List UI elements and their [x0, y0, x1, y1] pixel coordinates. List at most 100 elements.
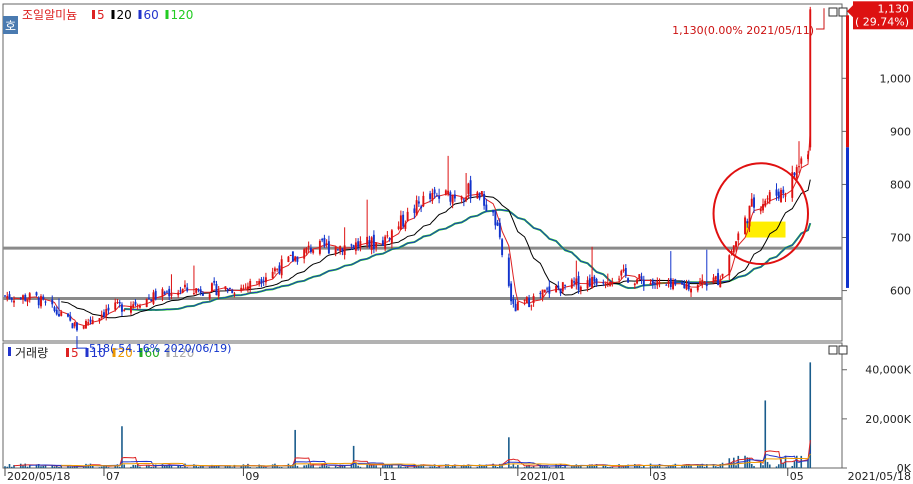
high-annotation-label: 1,130(0.00% 2021/05/11): [672, 24, 814, 37]
candle-body: [98, 318, 101, 322]
candle-body: [735, 241, 737, 248]
candle-body: [703, 281, 706, 283]
candle-body: [451, 194, 454, 204]
candle-body: [665, 284, 668, 286]
candle-body: [152, 292, 155, 304]
candle-body: [354, 242, 357, 251]
price-legend-swatch: [92, 10, 95, 19]
candle-body: [22, 295, 24, 300]
candle-body: [699, 281, 701, 285]
candle-body: [780, 189, 782, 202]
candle-body: [539, 292, 542, 295]
candle-body: [618, 278, 621, 280]
candle-body: [404, 223, 407, 229]
volume-bar: [696, 465, 699, 468]
candle-body: [107, 307, 110, 311]
candle-body: [386, 235, 389, 237]
candle-body: [352, 245, 355, 249]
volume-bar: [652, 466, 654, 468]
candle-body: [431, 193, 434, 201]
candle-body: [199, 289, 202, 294]
volume-bar: [71, 466, 74, 468]
candle-body: [764, 200, 767, 207]
volume-bar: [4, 466, 6, 468]
volume-bar: [231, 467, 233, 468]
candle-body: [669, 278, 672, 287]
chart-menu-icon[interactable]: 호: [5, 19, 16, 33]
price-legend-label: 60: [144, 8, 159, 22]
volume-bar: [548, 466, 551, 468]
candle-body: [798, 166, 800, 168]
candle-body: [231, 290, 234, 293]
x-axis-end-label: 2021/05/18: [848, 470, 911, 483]
candle-body: [343, 245, 346, 255]
candle-body: [640, 276, 643, 280]
volume-bar: [620, 467, 623, 468]
candle-body: [165, 291, 168, 293]
candle-body: [627, 278, 630, 283]
volume-bar: [22, 465, 24, 468]
volume-bar: [571, 466, 573, 468]
volume-bar: [325, 465, 328, 468]
candle-body: [8, 294, 11, 299]
price-legend-label: 5: [97, 8, 105, 22]
candle-body: [543, 289, 546, 293]
candle-body: [226, 289, 229, 291]
candle-body: [307, 245, 310, 248]
volume-bar: [305, 465, 308, 468]
volume-bar: [577, 465, 580, 468]
candle-body: [87, 322, 90, 324]
candle-body: [633, 283, 636, 286]
candle-body: [453, 194, 456, 199]
volume-bar: [8, 464, 11, 468]
volume-bar: [161, 464, 164, 468]
candle-body: [53, 307, 56, 311]
volume-bar: [607, 466, 609, 468]
volume-bar: [586, 465, 589, 468]
svg-text:조일알미늄: 조일알미늄: [22, 8, 77, 22]
volume-bar: [44, 465, 47, 468]
candle-body: [179, 290, 182, 292]
price-pane-restore-button[interactable]: [828, 7, 838, 17]
volume-pane-close-button[interactable]: [838, 345, 848, 355]
volume-bar: [260, 466, 263, 468]
candle-body: [433, 189, 436, 194]
volume-bar: [436, 467, 438, 468]
candle-body: [476, 192, 479, 199]
volume-bar: [681, 466, 683, 468]
candle-body: [622, 269, 625, 272]
volume-bar: [42, 465, 45, 468]
candle-body: [672, 281, 675, 289]
volume-bar: [431, 466, 434, 468]
candle-body: [323, 237, 326, 247]
candle-body: [103, 312, 105, 317]
price-pane-close-button[interactable]: [838, 7, 848, 17]
volume-bar: [469, 466, 472, 468]
candle-body: [777, 191, 780, 199]
volume-bar: [98, 467, 101, 468]
volume-bar: [406, 466, 409, 468]
candle-body: [604, 283, 607, 285]
volume-bar: [465, 465, 467, 468]
candle-body: [494, 210, 497, 226]
candle-body: [177, 292, 180, 296]
volume-bar: [19, 463, 22, 468]
day-range-down-bar: [846, 147, 849, 288]
volume-bar: [791, 465, 794, 468]
candle-body: [388, 238, 391, 240]
candle-body: [321, 239, 324, 241]
volume-bar: [449, 467, 452, 468]
volume-pane-restore-button[interactable]: [828, 345, 838, 355]
candle-body: [485, 204, 488, 211]
volume-bar: [429, 466, 431, 468]
volume-bar: [265, 467, 267, 468]
candle-body: [658, 282, 661, 284]
candle-body: [357, 241, 360, 247]
candle-body: [501, 239, 504, 256]
volume-bar: [562, 467, 564, 468]
candle-body: [258, 281, 261, 285]
candle-body: [4, 295, 6, 297]
candle-body: [217, 290, 220, 297]
candle-body: [514, 303, 517, 312]
candle-body: [683, 282, 686, 289]
